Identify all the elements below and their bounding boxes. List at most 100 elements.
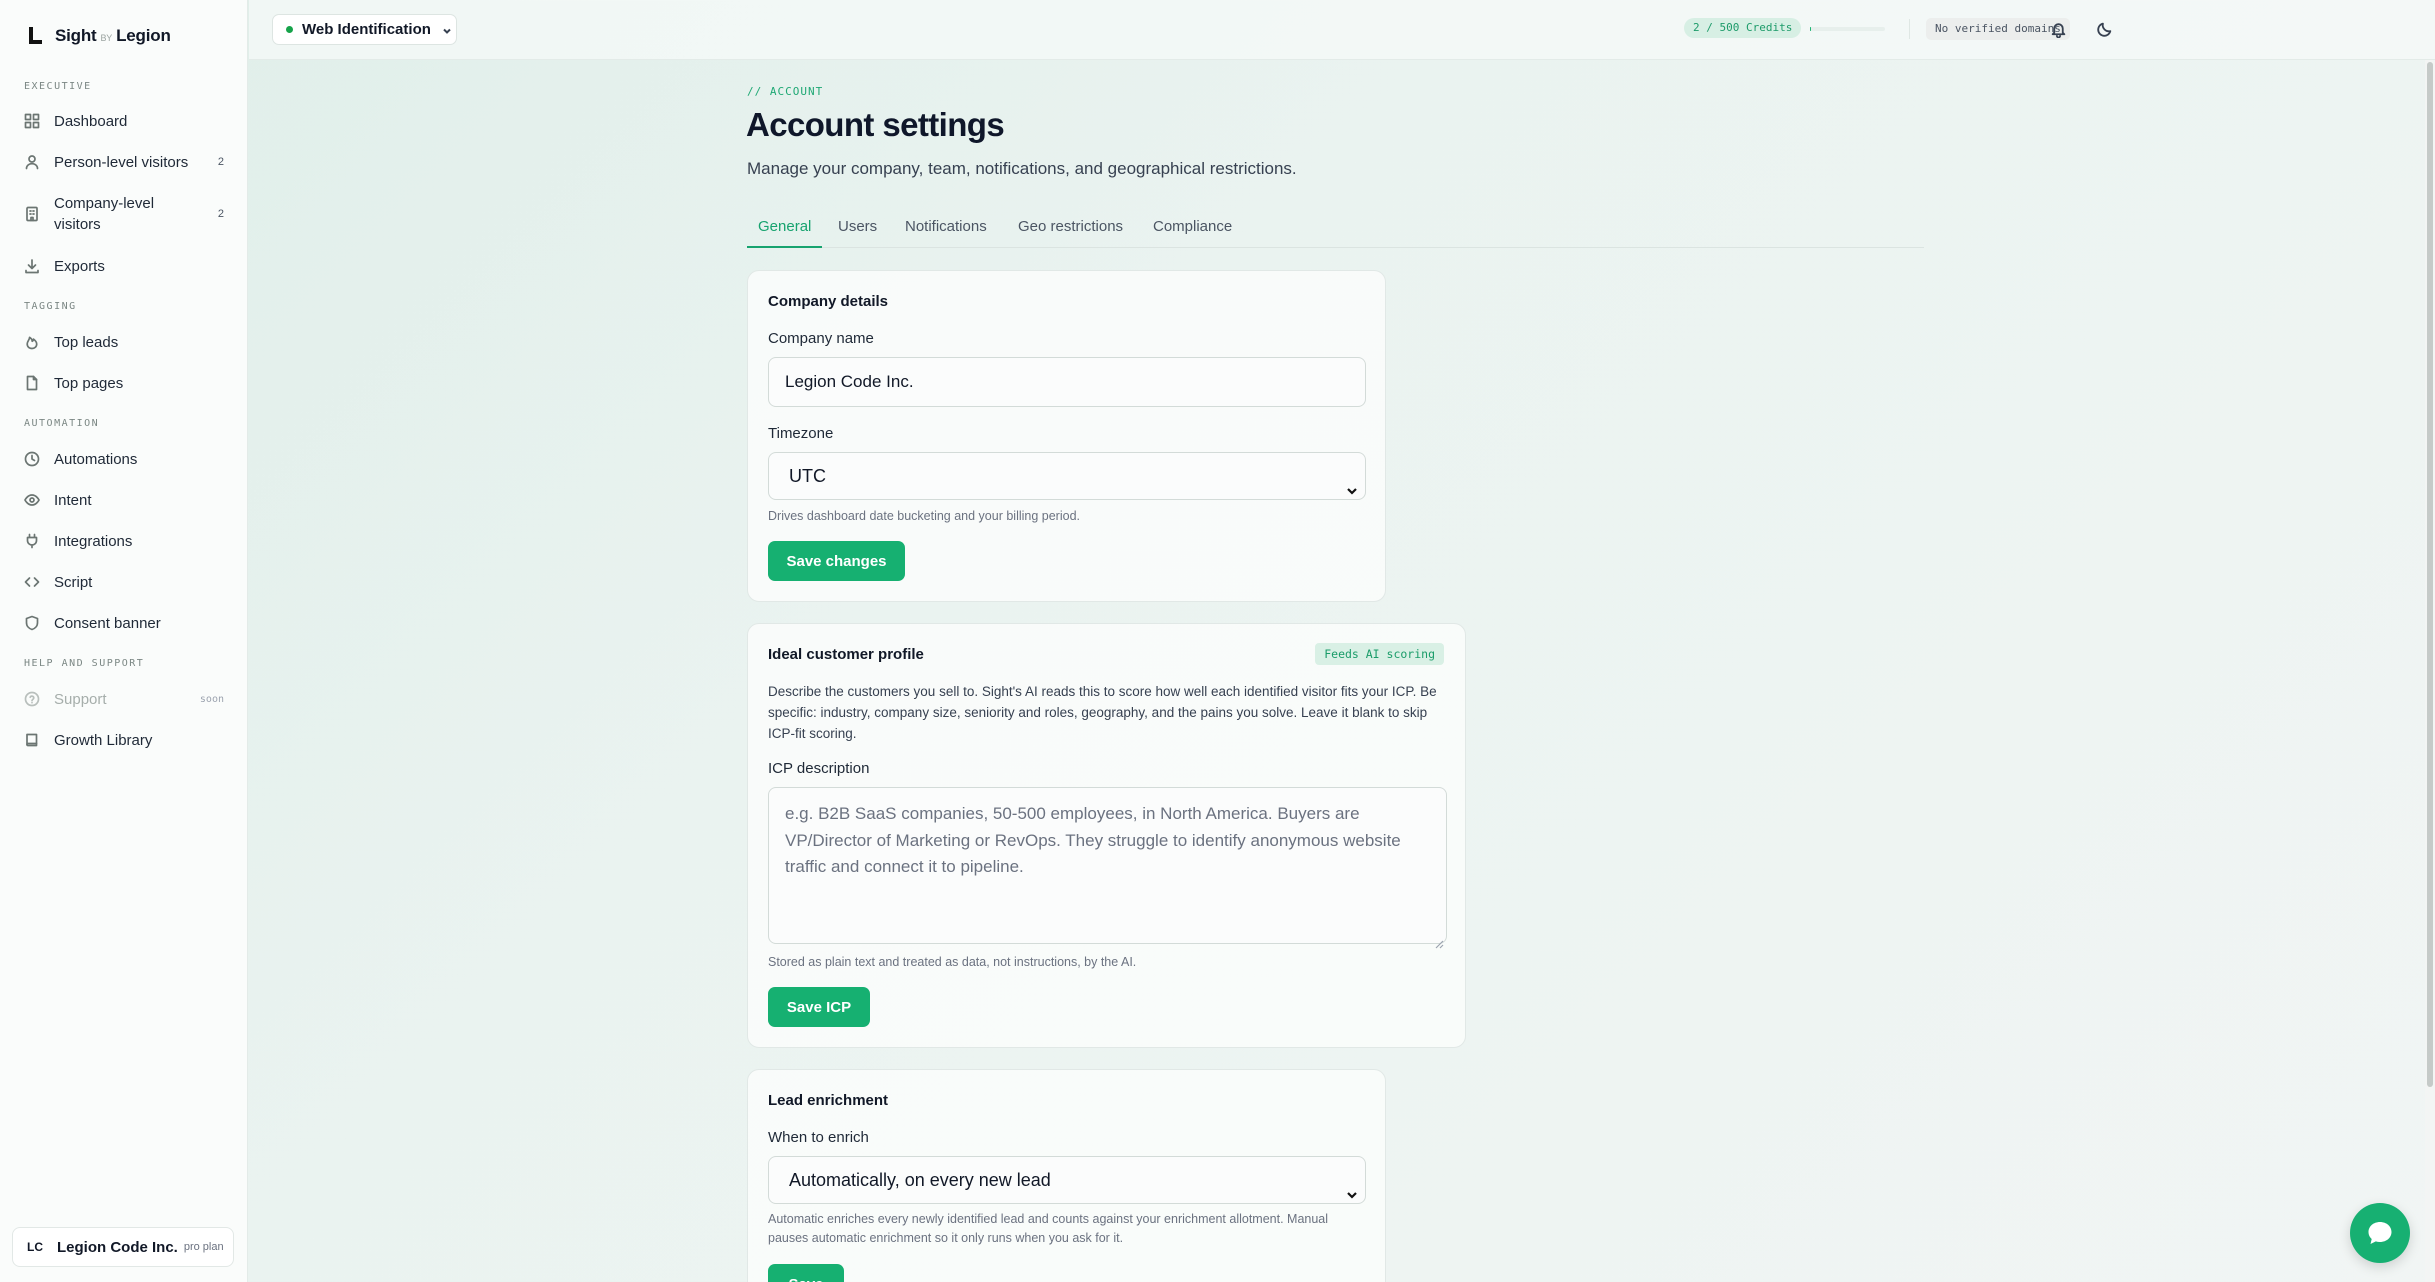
- brand-name-right: Legion: [116, 26, 171, 45]
- save-icp-button[interactable]: Save ICP: [768, 987, 870, 1027]
- avatar: LC: [27, 1240, 43, 1254]
- user-icon: [12, 152, 40, 172]
- sidebar-item-label: Dashboard: [54, 112, 128, 130]
- sidebar-item-person-visitors[interactable]: Person-level visitors 2: [12, 151, 234, 173]
- sidebar-item-label: Company-level visitors: [54, 195, 155, 233]
- sidebar-item-company-visitors[interactable]: Company-level visitors 2: [12, 192, 234, 236]
- bell-icon[interactable]: [2047, 18, 2069, 40]
- help-circle-icon: [12, 689, 40, 709]
- icp-textarea[interactable]: e.g. B2B SaaS companies, 50-500 employee…: [768, 787, 1447, 949]
- account-switcher[interactable]: LC Legion Code Inc. pro plan: [12, 1227, 234, 1267]
- download-icon: [12, 256, 40, 276]
- chat-bubble-icon: [2368, 1222, 2392, 1244]
- sidebar-item-consent-banner[interactable]: Consent banner: [12, 612, 234, 634]
- page-scrollbar[interactable]: [2425, 60, 2435, 1282]
- sidebar-item-label: Top pages: [54, 374, 124, 392]
- grid-icon: [12, 111, 40, 131]
- card-title: Lead enrichment: [768, 1092, 889, 1109]
- enrich-when-value: Automatically, on every new lead: [789, 1170, 1051, 1190]
- company-name-label: Company name: [768, 330, 874, 347]
- tab-compliance[interactable]: Compliance: [1142, 212, 1243, 248]
- sidebar-item-growth-library[interactable]: Growth Library: [12, 729, 234, 751]
- sidebar-item-intent[interactable]: Intent: [12, 489, 234, 511]
- count-badge: 2: [217, 156, 224, 168]
- ai-scoring-badge: Feeds AI scoring: [1315, 643, 1444, 665]
- file-icon: [12, 373, 40, 393]
- sidebar-item-exports[interactable]: Exports: [12, 255, 234, 277]
- sidebar-item-integrations[interactable]: Integrations: [12, 530, 234, 552]
- icp-description-text: Describe the customers you sell to. Sigh…: [768, 684, 1437, 741]
- sidebar-item-top-leads[interactable]: Top leads: [12, 331, 234, 353]
- sidebar-item-label: Person-level visitors: [54, 153, 189, 171]
- plan-label: pro plan: [183, 1241, 224, 1253]
- brand-name-left: Sight: [55, 26, 97, 45]
- icp-placeholder: e.g. B2B SaaS companies, 50-500 employee…: [785, 804, 1401, 876]
- code-icon: [12, 572, 40, 592]
- settings-tabs: General Users Notifications Geo restrict…: [747, 212, 1924, 248]
- timezone-label: Timezone: [768, 425, 834, 442]
- sidebar-item-label: Script: [54, 573, 93, 591]
- account-name: Legion Code Inc.: [57, 1238, 178, 1256]
- timezone-hint: Drives dashboard date bucketing and your…: [768, 509, 1080, 523]
- company-details-card: Company details Company name Legion Code…: [747, 270, 1386, 602]
- sidebar-item-automations[interactable]: Automations: [12, 448, 234, 470]
- shield-icon: [12, 613, 40, 633]
- book-icon: [12, 730, 40, 750]
- section-tagging: TAGGING: [24, 301, 77, 312]
- workspace-selector[interactable]: Web Identification: [272, 14, 457, 45]
- lead-enrichment-card: Lead enrichment When to enrich Automatic…: [747, 1069, 1386, 1282]
- icp-hint: Stored as plain text and treated as data…: [768, 955, 1137, 969]
- sidebar-item-label: Consent banner: [54, 614, 161, 632]
- chevron-down-icon: [1345, 1173, 1359, 1199]
- building-icon: [12, 204, 40, 224]
- sidebar-item-support: Support soon: [12, 688, 234, 710]
- enrich-when-label: When to enrich: [768, 1129, 869, 1146]
- scrollbar-thumb[interactable]: [2427, 62, 2433, 1087]
- save-enrichment-button[interactable]: Save: [768, 1264, 844, 1282]
- icp-field-label: ICP description: [768, 760, 870, 777]
- sidebar-item-label: Growth Library: [54, 731, 153, 749]
- timezone-select[interactable]: UTC: [768, 452, 1366, 500]
- chat-launcher[interactable]: [2350, 1203, 2410, 1263]
- tab-users[interactable]: Users: [827, 212, 888, 248]
- sidebar-item-label: Top leads: [54, 333, 119, 351]
- topbar-divider: [1909, 19, 1910, 39]
- moon-icon[interactable]: [2093, 18, 2115, 40]
- plug-icon: [12, 531, 40, 551]
- enrich-hint: Automatic enriches every newly identifie…: [768, 1212, 1329, 1245]
- tab-general[interactable]: General: [747, 212, 823, 248]
- flame-icon: [12, 332, 40, 352]
- card-title: Company details: [768, 293, 889, 310]
- topbar: Web Identification 2 / 500 Credits No ve…: [249, 0, 2435, 60]
- page-title: Account settings: [746, 106, 1005, 143]
- timezone-value: UTC: [789, 466, 826, 486]
- credits-badge: 2 / 500 Credits: [1684, 18, 1802, 38]
- company-name-input[interactable]: Legion Code Inc.: [768, 357, 1366, 407]
- enrich-when-select[interactable]: Automatically, on every new lead: [768, 1156, 1366, 1204]
- sidebar-item-script[interactable]: Script: [12, 571, 234, 593]
- logo-icon: [27, 26, 43, 46]
- credits-progress: [1810, 27, 1885, 31]
- status-dot: [286, 26, 293, 33]
- sidebar-item-label: Exports: [54, 257, 105, 275]
- chevron-down-icon: [441, 24, 453, 36]
- brand-by: BY: [100, 33, 113, 43]
- sidebar-item-dashboard[interactable]: Dashboard: [12, 110, 234, 132]
- resize-grip-icon[interactable]: [1434, 931, 1444, 949]
- sidebar-item-top-pages[interactable]: Top pages: [12, 372, 234, 394]
- count-badge: 2: [217, 208, 224, 220]
- credits-progress-fill: [1810, 27, 1811, 31]
- sidebar-item-label: Support: [54, 690, 107, 708]
- sidebar-item-label: Integrations: [54, 532, 133, 550]
- chevron-down-icon: [1345, 469, 1359, 495]
- save-changes-button[interactable]: Save changes: [768, 541, 905, 581]
- brand-logo[interactable]: Sight BY Legion: [27, 22, 171, 50]
- page-eyebrow: // ACCOUNT: [747, 85, 824, 98]
- tab-geo-restrictions[interactable]: Geo restrictions: [1007, 212, 1134, 248]
- sidebar-item-label: Automations: [54, 450, 138, 468]
- icp-card: Ideal customer profile Feeds AI scoring …: [747, 623, 1466, 1048]
- tab-notifications[interactable]: Notifications: [894, 212, 998, 248]
- section-automation: AUTOMATION: [24, 418, 100, 429]
- soon-badge: soon: [199, 693, 224, 705]
- card-title: Ideal customer profile: [768, 646, 924, 663]
